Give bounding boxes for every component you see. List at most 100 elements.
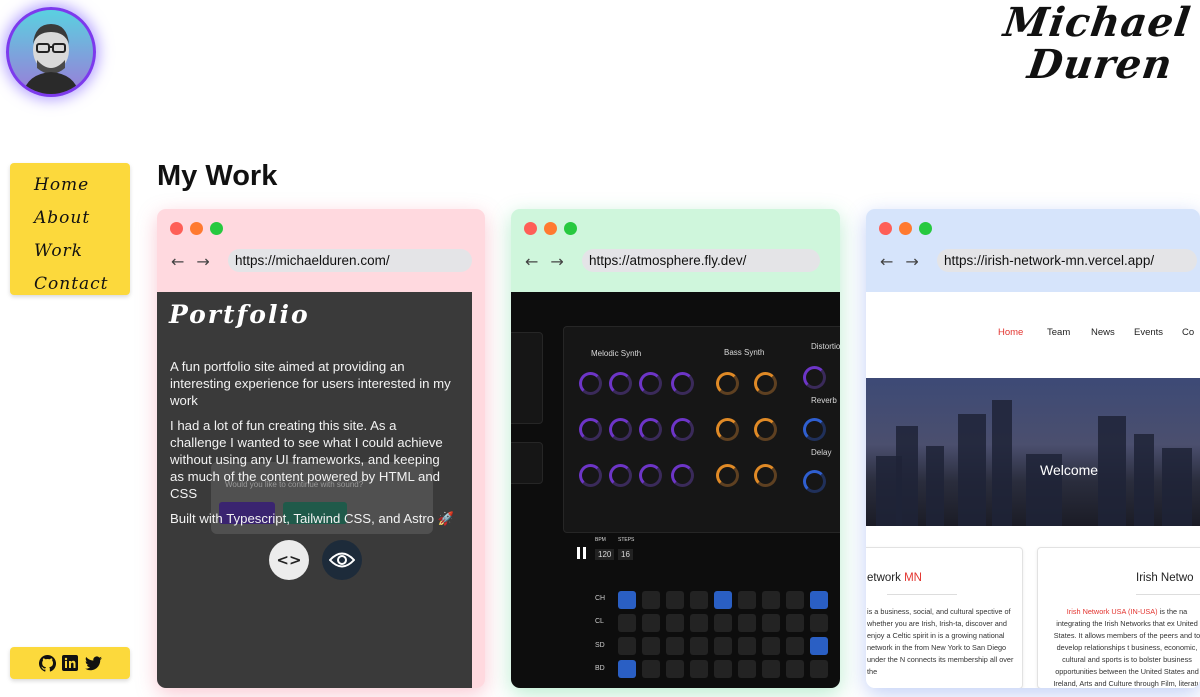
close-dot-icon [879,222,892,235]
sequencer-step[interactable] [738,660,756,678]
nav-home[interactable]: Home [34,169,130,202]
sequencer-step[interactable] [738,591,756,609]
project-card-irish-network[interactable]: ←→ https://irish-network-mn.vercel.app/ … [866,209,1200,688]
steps-label: STEPS [618,537,635,543]
sequencer-step[interactable] [786,591,804,609]
bass-knob[interactable] [754,464,777,487]
sequencer-step[interactable] [666,637,684,655]
sequencer-step[interactable] [690,637,708,655]
synth-knob[interactable] [579,372,602,395]
synth-knob[interactable] [671,464,694,487]
avatar-portrait-icon [23,24,79,94]
github-icon[interactable] [38,654,56,672]
synth-knob[interactable] [609,372,632,395]
row-label-ch: CH [595,595,606,602]
bass-knob[interactable] [716,418,739,441]
main-nav: Home About Work Contact [10,163,130,295]
url-bar: https://atmosphere.fly.dev/ [582,249,820,272]
sequencer-step[interactable] [738,637,756,655]
synth-knob[interactable] [639,372,662,395]
hero-welcome: Welcome [1040,462,1099,478]
sequencer-step[interactable] [690,660,708,678]
sequencer-step[interactable] [642,614,660,632]
nav-about[interactable]: About [34,202,130,235]
sequencer-step[interactable] [642,637,660,655]
fx-knob[interactable] [803,418,826,441]
sequencer-step[interactable] [786,614,804,632]
sequencer-step[interactable] [690,614,708,632]
sequencer-step[interactable] [810,614,828,632]
portfolio-paragraph-3: Built with Typescript, Tailwind CSS, and… [170,511,455,526]
pause-icon[interactable] [577,547,587,559]
social-links [10,647,130,679]
forward-arrow-icon: → [196,252,222,271]
melodic-synth-label: Melodic Synth [591,349,642,358]
sequencer-step[interactable] [786,660,804,678]
sequencer-step[interactable] [666,614,684,632]
info-card-right-title: Irish Netwo [1136,572,1194,584]
sequencer-step[interactable] [786,637,804,655]
bass-knob[interactable] [716,464,739,487]
site-menu-events[interactable]: Events [1134,327,1163,338]
sequencer-step[interactable] [810,591,828,609]
sequencer-step[interactable] [714,591,732,609]
info-card-right-body: Irish Network USA (IN-USA) is the na int… [1053,607,1200,688]
sequencer-step[interactable] [666,591,684,609]
project-card-portfolio[interactable]: ←→ https://michaelduren.com/ Would you l… [157,209,485,688]
synth-knob[interactable] [579,418,602,441]
fx-knob[interactable] [803,366,826,389]
sequencer-step[interactable] [714,637,732,655]
bass-knob[interactable] [716,372,739,395]
sequencer-step[interactable] [738,614,756,632]
sequencer-step[interactable] [714,660,732,678]
window-controls [170,222,223,235]
sequencer-step[interactable] [618,591,636,609]
fx-knob[interactable] [803,470,826,493]
bass-knob[interactable] [754,372,777,395]
synth-knob[interactable] [639,464,662,487]
back-arrow-icon: ← [525,252,551,271]
twitter-icon[interactable] [84,654,102,672]
linkedin-icon[interactable] [61,654,79,672]
sequencer-step[interactable] [762,591,780,609]
sequencer-step[interactable] [690,591,708,609]
nav-contact[interactable]: Contact [34,268,130,301]
avatar[interactable] [6,7,96,97]
sequencer-step[interactable] [618,660,636,678]
synth-knob[interactable] [609,464,632,487]
portfolio-heading: Portfolio [169,300,310,329]
site-menu-home[interactable]: Home [998,327,1023,338]
sequencer-step[interactable] [714,614,732,632]
close-dot-icon [524,222,537,235]
synth-knob[interactable] [671,372,694,395]
bpm-value[interactable]: 120 [595,549,615,560]
synth-knob[interactable] [639,418,662,441]
reverb-label: Reverb [811,396,837,405]
minimize-dot-icon [190,222,203,235]
sequencer-step[interactable] [642,591,660,609]
site-menu-contact[interactable]: Co [1182,327,1194,338]
bass-knob[interactable] [754,418,777,441]
view-code-button[interactable]: <> [269,540,309,580]
synth-knob[interactable] [579,464,602,487]
sequencer-step[interactable] [810,660,828,678]
nav-work[interactable]: Work [34,235,130,268]
project-card-atmosphere[interactable]: ←→ https://atmosphere.fly.dev/ Melodic S… [511,209,840,688]
steps-value[interactable]: 16 [618,549,633,560]
sequencer-step[interactable] [762,614,780,632]
sequencer-step[interactable] [618,637,636,655]
sequencer-step[interactable] [666,660,684,678]
sequencer-step[interactable] [762,660,780,678]
view-site-button[interactable] [322,540,362,580]
synth-knob[interactable] [671,418,694,441]
site-menu-team[interactable]: Team [1047,327,1070,338]
sequencer-step[interactable] [810,637,828,655]
site-logo[interactable]: Michael Duren [1001,0,1194,98]
page-title: My Work [157,160,278,192]
synth-knob[interactable] [609,418,632,441]
sequencer-step[interactable] [642,660,660,678]
sequencer-step[interactable] [618,614,636,632]
site-menu-news[interactable]: News [1091,327,1115,338]
info-card-left: etwork MN is a business, social, and cul… [866,547,1023,688]
sequencer-step[interactable] [762,637,780,655]
